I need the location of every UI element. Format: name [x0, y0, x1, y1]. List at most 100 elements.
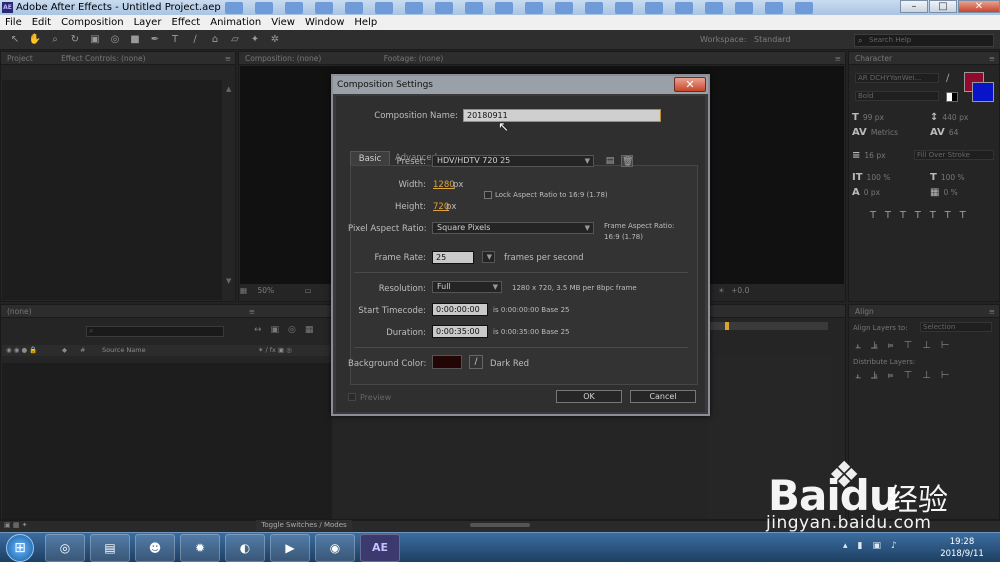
- eyedropper-icon[interactable]: ∕: [469, 355, 483, 369]
- font-size-value[interactable]: 99 px: [863, 113, 884, 122]
- taskbar-app-record-icon[interactable]: ◉: [315, 534, 355, 562]
- hand-tool-icon[interactable]: ✋: [28, 33, 42, 47]
- tab-project[interactable]: Project: [7, 54, 33, 63]
- pen-tool-icon[interactable]: ✒: [148, 33, 162, 47]
- system-tray-icons[interactable]: ▴▮▣♪: [843, 541, 907, 551]
- duration-input[interactable]: 0:00:35:00: [432, 325, 488, 338]
- preview-checkbox[interactable]: [348, 393, 356, 401]
- rectangle-tool-icon[interactable]: ■: [128, 33, 142, 47]
- start-button[interactable]: ⊞: [6, 534, 34, 562]
- menu-effect[interactable]: Effect: [166, 15, 205, 30]
- brush-tool-icon[interactable]: ∕: [188, 33, 202, 47]
- panel-menu-icon[interactable]: ≡: [835, 52, 841, 64]
- background-color-swatch[interactable]: [432, 355, 462, 369]
- rotation-tool-icon[interactable]: ↻: [68, 33, 82, 47]
- workspace-dropdown[interactable]: Standard: [754, 35, 838, 44]
- exposure-value[interactable]: +0.0: [731, 286, 749, 295]
- cancel-button[interactable]: Cancel: [630, 390, 696, 403]
- tab-timeline[interactable]: (none): [7, 307, 32, 316]
- zoom-tool-icon[interactable]: ⌕: [48, 33, 62, 47]
- resolution-dropdown[interactable]: Full ▼: [432, 281, 502, 293]
- menu-layer[interactable]: Layer: [129, 15, 167, 30]
- dialog-close-button[interactable]: ✕: [674, 77, 706, 92]
- baseline-shift-value[interactable]: 0 px: [864, 188, 880, 197]
- fit-icon[interactable]: ▭: [305, 286, 312, 295]
- timeline-switch-icons[interactable]: ↔▣◎▦: [254, 325, 322, 335]
- selection-tool-icon[interactable]: ↖: [8, 33, 22, 47]
- toggle-switches-modes-button[interactable]: Toggle Switches / Modes: [256, 520, 352, 531]
- panel-menu-icon[interactable]: ≡: [989, 52, 995, 64]
- taskbar-app-media-icon[interactable]: ✹: [180, 534, 220, 562]
- search-help-input[interactable]: ⌕ Search Help: [854, 34, 994, 47]
- lock-aspect-checkbox[interactable]: [484, 191, 492, 199]
- stroke-type-dropdown[interactable]: Fill Over Stroke: [914, 150, 994, 160]
- font-style-dropdown[interactable]: Bold: [855, 91, 939, 101]
- horizontal-scale-value[interactable]: 100 %: [941, 173, 965, 182]
- scroll-up-icon[interactable]: ▲: [226, 85, 231, 93]
- puppet-pin-tool-icon[interactable]: ✲: [268, 33, 282, 47]
- tab-character[interactable]: Character: [855, 54, 892, 63]
- source-name-header[interactable]: Source Name: [102, 345, 146, 356]
- menu-view[interactable]: View: [266, 15, 300, 30]
- pan-behind-tool-icon[interactable]: ◎: [108, 33, 122, 47]
- av-features-icons[interactable]: ◉ ◉ ● 🔒: [6, 345, 37, 356]
- tsume-value[interactable]: 0 %: [943, 188, 957, 197]
- menu-window[interactable]: Window: [300, 15, 349, 30]
- tab-effect-controls[interactable]: Effect Controls: (none): [61, 54, 145, 63]
- menu-composition[interactable]: Composition: [56, 15, 128, 30]
- clone-stamp-tool-icon[interactable]: ⌂: [208, 33, 222, 47]
- grid-toggle-icon[interactable]: ▦: [240, 286, 247, 295]
- panel-menu-icon[interactable]: ≡: [249, 305, 255, 317]
- eyedropper-icon[interactable]: ∕: [946, 73, 949, 84]
- minimize-button[interactable]: –: [900, 0, 928, 13]
- tab-composition[interactable]: Composition: (none): [245, 54, 321, 63]
- timeline-zoom-slider[interactable]: [470, 523, 530, 527]
- font-family-dropdown[interactable]: AR DCHYYanWei...: [855, 73, 939, 83]
- vertical-scale-value[interactable]: 100 %: [867, 173, 891, 182]
- kerning-value[interactable]: Metrics: [871, 128, 898, 137]
- zoom-dropdown[interactable]: 50%: [257, 286, 274, 295]
- text-format-buttons[interactable]: TTTTTTT: [870, 210, 975, 221]
- camera-tool-icon[interactable]: ▣: [88, 33, 102, 47]
- leading-value[interactable]: 440 px: [942, 113, 968, 122]
- menu-file[interactable]: File: [0, 15, 27, 30]
- maximize-button[interactable]: □: [929, 0, 957, 13]
- delete-preset-icon[interactable]: 🗑: [621, 155, 633, 167]
- width-value[interactable]: 1280: [433, 180, 455, 190]
- composition-name-input[interactable]: 20180911: [463, 109, 661, 122]
- panel-menu-icon[interactable]: ≡: [225, 52, 231, 64]
- scroll-down-icon[interactable]: ▼: [226, 277, 231, 285]
- preset-dropdown[interactable]: HDV/HDTV 720 25 ▼: [432, 155, 594, 167]
- tab-footage[interactable]: Footage: (none): [384, 54, 444, 63]
- ok-button[interactable]: OK: [556, 390, 622, 403]
- roto-brush-tool-icon[interactable]: ✦: [248, 33, 262, 47]
- taskbar-app-browser-icon[interactable]: ◎: [45, 534, 85, 562]
- pixel-aspect-ratio-dropdown[interactable]: Square Pixels ▼: [432, 222, 594, 234]
- tab-align[interactable]: Align: [855, 307, 874, 316]
- distribute-buttons[interactable]: ⫠⫡⫢⊤⊥⊢: [855, 370, 960, 381]
- black-white-swatches-icon[interactable]: [946, 92, 958, 102]
- frame-rate-input[interactable]: 25: [432, 251, 474, 264]
- frame-rate-dropdown[interactable]: ▼: [482, 251, 495, 263]
- taskbar-app-after-effects[interactable]: AE: [360, 534, 400, 562]
- panel-menu-icon[interactable]: ≡: [989, 305, 995, 317]
- save-preset-icon[interactable]: ▤: [604, 155, 616, 167]
- switches-icons[interactable]: ✶ ∕ fx ▣ ◎: [258, 345, 292, 356]
- taskbar-app-firefox-icon[interactable]: ◐: [225, 534, 265, 562]
- eraser-tool-icon[interactable]: ▱: [228, 33, 242, 47]
- close-window-button[interactable]: ✕: [958, 0, 1000, 13]
- current-time-indicator[interactable]: [725, 322, 729, 330]
- taskbar-clock[interactable]: 19:28 2018/9/11: [938, 536, 986, 560]
- type-tool-icon[interactable]: T: [168, 33, 182, 47]
- start-timecode-input[interactable]: 0:00:00:00: [432, 303, 488, 316]
- align-target-dropdown[interactable]: Selection: [920, 322, 992, 332]
- menu-help[interactable]: Help: [349, 15, 382, 30]
- tracking-value[interactable]: 64: [949, 128, 959, 137]
- stroke-color-swatch[interactable]: [972, 82, 994, 102]
- stroke-width-value[interactable]: 16 px: [864, 151, 885, 160]
- menu-animation[interactable]: Animation: [205, 15, 266, 30]
- timeline-bottom-icons[interactable]: ▣ ▦ ✦: [4, 521, 28, 529]
- menu-edit[interactable]: Edit: [27, 15, 56, 30]
- taskbar-app-player-icon[interactable]: ▶: [270, 534, 310, 562]
- taskbar-app-qq-icon[interactable]: ☻: [135, 534, 175, 562]
